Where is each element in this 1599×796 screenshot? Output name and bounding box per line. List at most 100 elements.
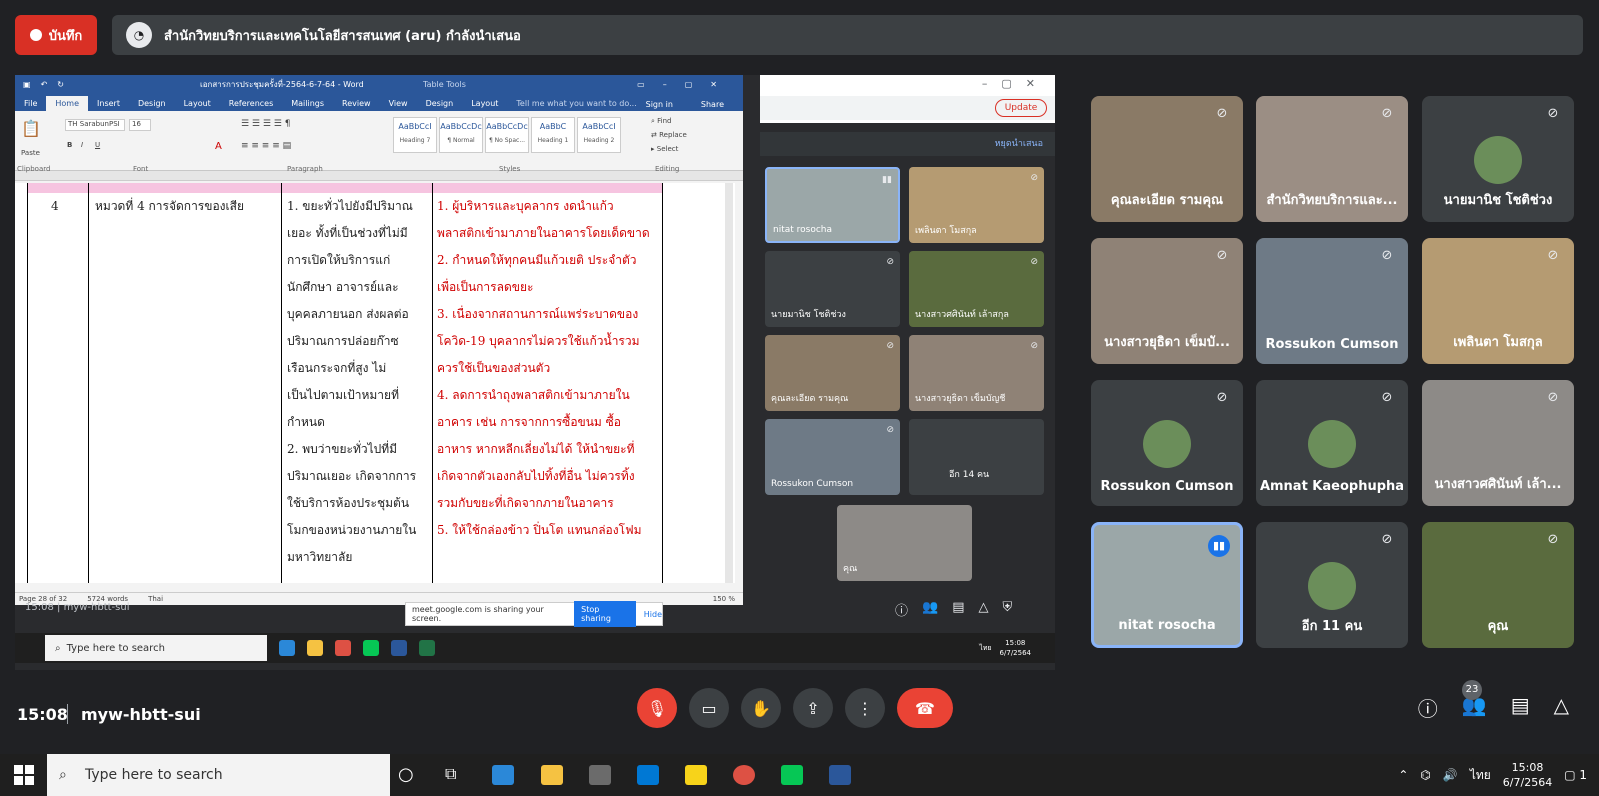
tab-insert[interactable]: Insert — [88, 96, 129, 111]
mail-icon[interactable] — [637, 765, 659, 785]
volume-icon[interactable]: 🔊 — [1443, 768, 1458, 782]
select-button[interactable]: ▸ Select — [651, 145, 678, 153]
chevron-up-icon[interactable]: ⌃ — [1398, 768, 1408, 782]
sign-in-link[interactable]: Sign in — [637, 97, 682, 112]
hide-button[interactable]: Hide — [644, 610, 662, 619]
replace-button[interactable]: ⇄ Replace — [651, 131, 687, 139]
participant-tile[interactable]: ⊘ อีก 11 คน — [1256, 522, 1408, 648]
vertical-scrollbar[interactable] — [725, 183, 733, 583]
record-indicator[interactable]: บันทึก — [15, 15, 97, 55]
mic-off-icon: ⊘ — [1030, 341, 1038, 351]
line-icon[interactable] — [781, 765, 803, 785]
participant-tile[interactable]: ⊘ นางสาวศศินันท์ เล้า... — [1422, 380, 1574, 506]
participant-name: เพลินตา โมสกุล — [1453, 335, 1543, 350]
font-color-icon[interactable]: A — [215, 141, 222, 152]
font-name-field[interactable]: TH SarabunPSI — [65, 119, 125, 131]
participant-tile[interactable]: ⊘ นายมานิช โชติช่วง — [1422, 96, 1574, 222]
tab-review[interactable]: Review — [333, 96, 380, 111]
share-button[interactable]: Share — [692, 97, 733, 112]
align-icon[interactable]: ≡ ≡ ≡ ≡ ▤ — [241, 141, 291, 151]
word-window-controls[interactable]: ▭–▢✕ — [637, 80, 735, 89]
paste-icon[interactable]: 📋 — [21, 119, 41, 138]
side-controls: ⓘ 👥 ▤ △ — [1418, 693, 1569, 722]
file-explorer-icon[interactable] — [541, 765, 563, 785]
italic-button[interactable]: I — [81, 141, 83, 149]
style-heading2[interactable]: AaBbCcI Heading 2 — [577, 117, 621, 153]
bold-button[interactable]: B — [67, 141, 72, 149]
edge-icon[interactable] — [279, 640, 295, 656]
folder-icon[interactable] — [307, 640, 323, 656]
presenter-avatar: ◔ — [126, 22, 152, 48]
edge-icon[interactable] — [492, 765, 514, 785]
save-icon[interactable]: ▣ — [23, 80, 31, 89]
windows-start-icon[interactable] — [14, 765, 34, 785]
sticky-notes-icon[interactable] — [685, 765, 707, 785]
mic-off-button[interactable]: 🎙 — [637, 688, 677, 728]
participant-tile[interactable]: ⊘ นางสาวยุธิดา เข็มบั... — [1091, 238, 1243, 364]
find-button[interactable]: ⌕ Find — [651, 117, 672, 126]
sharing-bar: meet.google.com is sharing your screen. … — [405, 601, 663, 627]
notification-icon[interactable]: ▢ 1 — [1564, 768, 1587, 782]
tab-file[interactable]: File — [15, 96, 46, 111]
line-icon[interactable] — [363, 640, 379, 656]
network-icon[interactable]: ⌬ — [1420, 768, 1430, 782]
style-heading7[interactable]: AaBbCcI Heading 7 — [393, 117, 437, 153]
leave-call-button[interactable]: ☎ — [897, 688, 953, 728]
chrome-window-controls[interactable]: –▢✕ — [982, 77, 1049, 90]
participant-tile[interactable]: ⊘ สำนักวิทยบริการและ... — [1256, 96, 1408, 222]
tab-table-design[interactable]: Design — [417, 96, 463, 111]
tell-me-input[interactable]: Tell me what you want to do... — [507, 96, 645, 111]
tab-table-layout[interactable]: Layout — [462, 96, 507, 111]
word-icon[interactable] — [391, 640, 407, 656]
participant-tile[interactable]: ⊘ เพลินตา โมสกุล — [1422, 238, 1574, 364]
style-heading1[interactable]: AaBbC Heading 1 — [531, 117, 575, 153]
taskbar-clock[interactable]: 15:08 6/7/2564 — [1503, 760, 1552, 790]
chrome-icon[interactable] — [335, 640, 351, 656]
inner-tile: ⊘ นางสาวศศินันท์ เล้าสกุล — [909, 251, 1044, 327]
taskbar-search-box[interactable]: ⌕ Type here to search — [47, 754, 390, 796]
zoom-level[interactable]: 150 % — [713, 595, 743, 603]
tab-layout[interactable]: Layout — [175, 96, 220, 111]
participant-avatar — [1143, 420, 1191, 468]
tab-references[interactable]: References — [220, 96, 282, 111]
undo-icon[interactable]: ↶ — [41, 80, 48, 89]
stop-sharing-button[interactable]: Stop sharing — [574, 601, 636, 627]
task-view-icon[interactable]: ⧉ — [445, 764, 456, 784]
style-no-spacing[interactable]: AaBbCcDc ¶ No Spac... — [485, 117, 529, 153]
tab-view[interactable]: View — [380, 96, 417, 111]
tab-mailings[interactable]: Mailings — [282, 96, 333, 111]
excel-icon[interactable] — [419, 640, 435, 656]
bullets-icon[interactable]: ☰ ☰ ☰ ☰ ¶ — [241, 119, 290, 129]
info-icon[interactable]: ⓘ — [1418, 693, 1438, 722]
info-icon: ⓘ — [895, 604, 909, 619]
present-button[interactable]: ⇪ — [793, 688, 833, 728]
style-normal[interactable]: AaBbCcDc ¶ Normal — [439, 117, 483, 153]
redo-icon[interactable]: ↻ — [57, 80, 64, 89]
word-window: ▣ ↶ ↻ เอกสารการประชุมครั้งที่-2564-6-7-6… — [15, 75, 743, 605]
participant-tile[interactable]: ⊘ คุณละเอียด รามคุณ — [1091, 96, 1243, 222]
underline-button[interactable]: U — [95, 141, 100, 149]
raise-hand-button[interactable]: ✋ — [741, 688, 781, 728]
cortana-icon[interactable]: ○ — [398, 764, 414, 785]
word-icon[interactable] — [829, 765, 851, 785]
tab-design[interactable]: Design — [129, 96, 175, 111]
inner-search-box[interactable]: ⌕ Type here to search — [45, 635, 267, 661]
chrome-icon[interactable] — [733, 765, 755, 785]
chat-icon[interactable]: ▤ — [1511, 693, 1530, 722]
input-language[interactable]: ไทย — [1470, 766, 1491, 785]
chrome-update-button[interactable]: Update — [995, 99, 1047, 117]
search-icon: ⌕ — [55, 642, 61, 654]
store-icon[interactable] — [589, 765, 611, 785]
participant-tile[interactable]: ⊘ Rossukon Cumson — [1091, 380, 1243, 506]
participant-tile[interactable]: ⊘ คุณ — [1422, 522, 1574, 648]
tab-home[interactable]: Home — [46, 96, 89, 111]
camera-button[interactable]: ▭ — [689, 688, 729, 728]
participant-tile[interactable]: ⊘ Rossukon Cumson — [1256, 238, 1408, 364]
participant-tile[interactable]: ⊘ Amnat Kaeophupha — [1256, 380, 1408, 506]
activities-icon[interactable]: △ — [1554, 693, 1569, 722]
more-options-button[interactable]: ⋮ — [845, 688, 885, 728]
font-size-field[interactable]: 16 — [129, 119, 151, 131]
inner-meet-stop-presenting[interactable]: หยุดนำเสนอ — [760, 132, 1055, 156]
participant-tile[interactable]: ▮▮ nitat rosocha — [1091, 522, 1243, 648]
inner-tile: อีก 14 คน — [909, 419, 1044, 495]
